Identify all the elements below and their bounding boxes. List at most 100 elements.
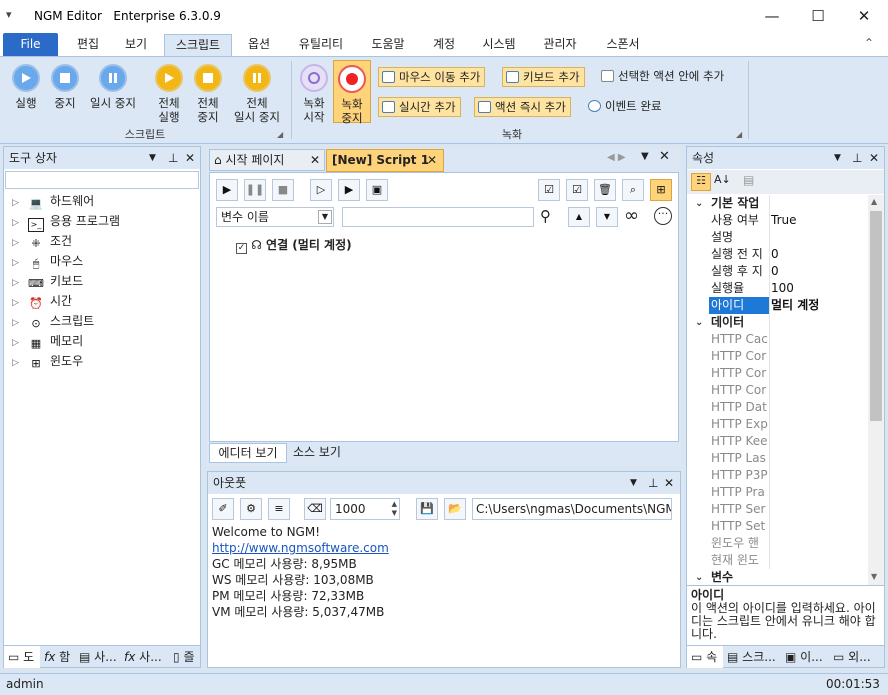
- action-immediate-add-button[interactable]: 액션 즉시 추가: [474, 97, 571, 117]
- pause-all-button[interactable]: 전체 일시 중지: [229, 64, 285, 124]
- tab-functions[interactable]: fx 함: [42, 646, 76, 668]
- tree-item-time[interactable]: ▷ ⏰ 시간: [12, 291, 72, 311]
- play-icon[interactable]: ▶: [216, 179, 238, 201]
- tab-list-icon[interactable]: ▼: [641, 151, 649, 162]
- pause-icon[interactable]: ❚❚: [244, 179, 266, 201]
- scroll-down-icon[interactable]: ▼: [871, 572, 877, 581]
- check-all-icon[interactable]: ☑: [538, 179, 560, 201]
- add-realtime-button[interactable]: 실시간 추가: [378, 97, 461, 117]
- variable-select[interactable]: 변수 이름 ▼: [216, 207, 334, 227]
- sort-az-icon[interactable]: A↓: [714, 173, 731, 186]
- stop-all-button[interactable]: 전체 중지: [189, 64, 227, 124]
- tab-editor-view[interactable]: 에디터 보기: [209, 443, 287, 463]
- pin-icon[interactable]: ⊥: [168, 147, 178, 169]
- script-node[interactable]: ✓ ☊ 연결 (멀티 계정): [236, 237, 352, 254]
- tab-system[interactable]: 시스템: [472, 34, 526, 56]
- tab-view[interactable]: 보기: [115, 34, 157, 56]
- category-basic[interactable]: ⌄ 기본 작업: [687, 195, 867, 212]
- node-checkbox[interactable]: ✓: [236, 243, 247, 254]
- spinner-icon[interactable]: ▲ ▼: [392, 500, 397, 518]
- eraser-icon[interactable]: ⌫: [304, 498, 326, 520]
- search-icon[interactable]: ⌕: [622, 179, 644, 201]
- tab-start-page[interactable]: ⌂ 시작 페이지 ✕: [209, 149, 325, 171]
- line-count-input[interactable]: 1000 ▲ ▼: [330, 498, 400, 520]
- categorized-icon[interactable]: ☷: [691, 173, 711, 191]
- pane-menu-icon[interactable]: ▼: [149, 147, 156, 169]
- maximize-button[interactable]: ☐: [795, 0, 841, 32]
- tab-utility[interactable]: 유틸리티: [288, 34, 354, 56]
- tab-help[interactable]: 도움말: [361, 34, 415, 56]
- tree-item-application[interactable]: ▷ >_ 응용 프로그램: [12, 211, 120, 232]
- add-in-selected-button[interactable]: 선택한 액션 안에 추가: [598, 67, 728, 87]
- scroll-thumb[interactable]: [870, 211, 882, 421]
- file-tab[interactable]: File: [3, 33, 58, 56]
- move-up-icon[interactable]: ▲: [568, 207, 590, 227]
- list-icon[interactable]: ≡: [268, 498, 290, 520]
- step-over-icon[interactable]: ▣: [366, 179, 388, 201]
- step-icon[interactable]: ▷: [310, 179, 332, 201]
- more-icon[interactable]: ···: [654, 207, 672, 225]
- record-start-button[interactable]: 녹화 시작: [296, 64, 332, 124]
- clean-icon[interactable]: ✐: [212, 498, 234, 520]
- tab-external[interactable]: ▭ 외...: [831, 646, 883, 668]
- stop-button[interactable]: 중지: [46, 64, 84, 110]
- tab-user2[interactable]: fx 사...: [122, 646, 170, 668]
- tab-source-view[interactable]: 소스 보기: [287, 443, 347, 463]
- pane-close-icon[interactable]: ✕: [664, 472, 674, 494]
- scroll-up-icon[interactable]: ▲: [871, 197, 877, 206]
- pane-menu-icon[interactable]: ▼: [834, 147, 841, 169]
- tree-item-window[interactable]: ▷ ⊞ 윈도우: [12, 351, 83, 371]
- tab-toolbox[interactable]: ▭ 도: [4, 646, 40, 668]
- variable-search-input[interactable]: [342, 207, 534, 227]
- close-tab-icon[interactable]: ✕: [310, 150, 320, 170]
- property-pages-icon[interactable]: ▤: [743, 173, 754, 187]
- tab-images[interactable]: ▣ 이...: [783, 646, 829, 668]
- search-icon[interactable]: ⚲: [540, 207, 551, 225]
- toolbox-search-input[interactable]: [5, 171, 199, 189]
- check-icon[interactable]: ☑: [566, 179, 588, 201]
- editor-close-icon[interactable]: ✕: [659, 149, 670, 164]
- log-link[interactable]: http://www.ngmsoftware.com: [212, 540, 678, 556]
- minimize-button[interactable]: —: [749, 0, 795, 32]
- tab-account[interactable]: 계정: [423, 34, 465, 56]
- stop-icon[interactable]: ■: [272, 179, 294, 201]
- folder-icon[interactable]: 📂: [444, 498, 466, 520]
- run-all-button[interactable]: 전체 실행: [149, 64, 189, 124]
- step-into-icon[interactable]: ▶: [338, 179, 360, 201]
- tree-item-condition[interactable]: ▷ ⁜ 조건: [12, 231, 72, 251]
- tab-script-1[interactable]: [New] Script 1 ✕: [326, 149, 444, 172]
- pane-close-icon[interactable]: ✕: [869, 147, 879, 169]
- add-mouse-move-button[interactable]: 마우스 이동 추가: [378, 67, 486, 87]
- property-scrollbar[interactable]: ▲ ▼: [868, 195, 884, 585]
- run-button[interactable]: 실행: [6, 64, 46, 110]
- category-variables[interactable]: ⌄ 변수: [687, 569, 867, 585]
- tab-properties[interactable]: ▭ 속: [687, 646, 723, 668]
- output-path-input[interactable]: C:\Users\ngmas\Documents\NGM6\: [472, 498, 672, 520]
- tab-script-list[interactable]: ▤ 스크...: [725, 646, 781, 668]
- save-icon[interactable]: 💾: [416, 498, 438, 520]
- close-button[interactable]: ✕: [841, 0, 887, 32]
- pause-button[interactable]: 일시 중지: [85, 64, 141, 110]
- tab-admin[interactable]: 관리자: [533, 34, 587, 56]
- pin-icon[interactable]: ⊥: [852, 147, 862, 169]
- add-keyboard-button[interactable]: 키보드 추가: [502, 67, 585, 87]
- tab-options[interactable]: 옵션: [238, 34, 280, 56]
- tab-scroll-arrows[interactable]: ◀ ▶: [607, 152, 626, 163]
- pane-close-icon[interactable]: ✕: [185, 147, 195, 169]
- tree-item-script[interactable]: ▷ ⊙ 스크립트: [12, 311, 94, 331]
- close-tab-icon[interactable]: ✕: [427, 150, 437, 170]
- tab-edit[interactable]: 편집: [68, 34, 108, 56]
- move-down-icon[interactable]: ▼: [596, 207, 618, 227]
- tab-sponsor[interactable]: 스폰서: [596, 34, 650, 56]
- tab-user1[interactable]: ▤ 사...: [77, 646, 121, 668]
- pane-menu-icon[interactable]: ▼: [630, 472, 637, 494]
- tree-item-hardware[interactable]: ▷ 💻 하드웨어: [12, 191, 94, 211]
- record-stop-button[interactable]: 녹화 중지: [333, 60, 371, 125]
- tree-item-memory[interactable]: ▷ ▦ 메모리: [12, 331, 83, 351]
- event-done-button[interactable]: 이벤트 완료: [585, 97, 666, 117]
- loop-icon[interactable]: ∞: [624, 205, 639, 226]
- tree-view-icon[interactable]: ⊞: [650, 179, 672, 201]
- tab-script[interactable]: 스크립트: [164, 34, 232, 56]
- script-group-launcher-icon[interactable]: ◢: [277, 130, 283, 139]
- delete-icon[interactable]: 🗑: [594, 179, 616, 201]
